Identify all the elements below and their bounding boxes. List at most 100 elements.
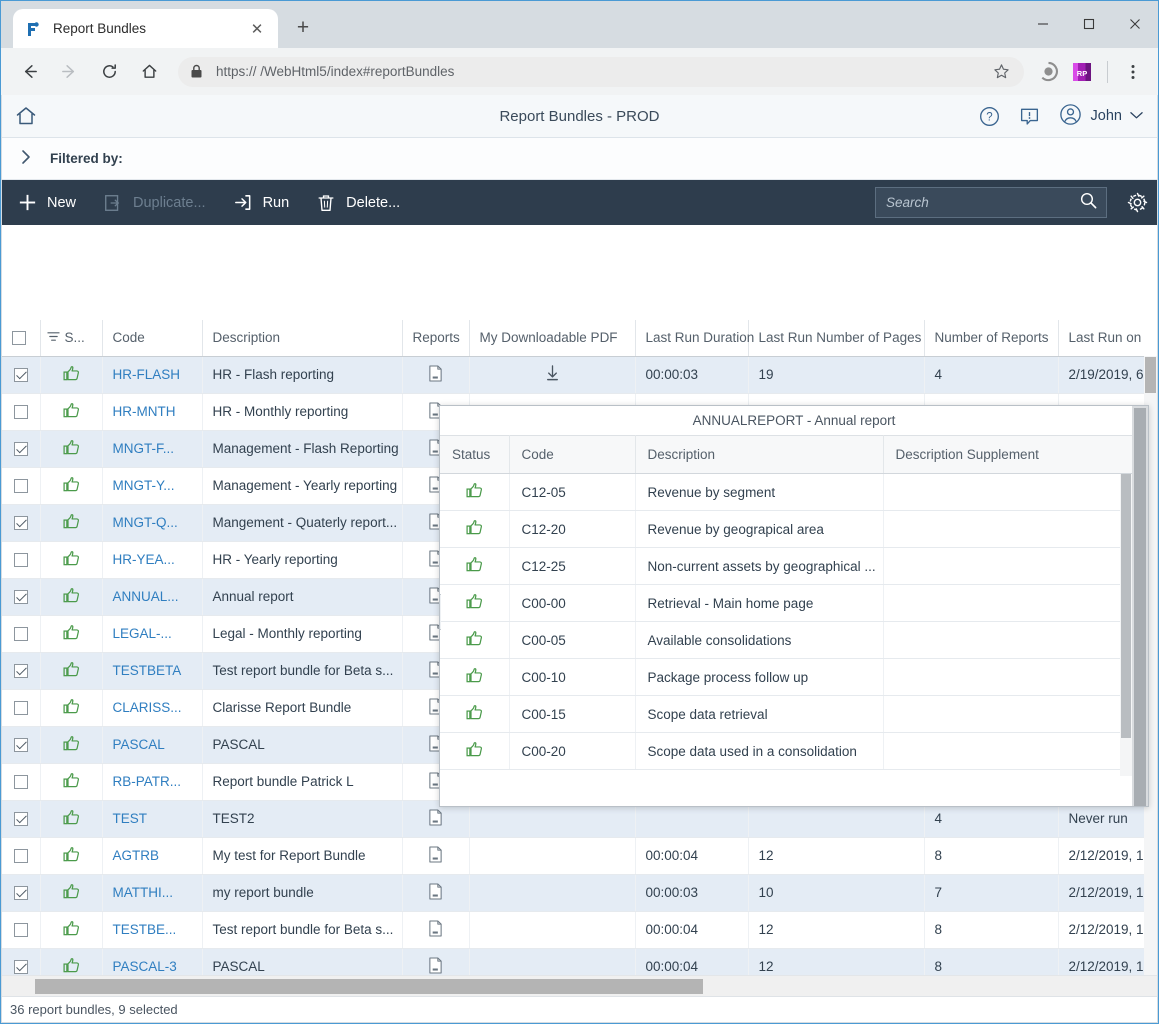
browser-tab-report-bundles[interactable]: Report Bundles ✕	[13, 9, 278, 48]
address-bar[interactable]: https:// /WebHtml5/index#reportBundles	[178, 56, 1024, 87]
row-reports-cell[interactable]	[402, 356, 470, 394]
document-icon[interactable]	[428, 956, 443, 976]
row-code-link[interactable]: HR-FLASH	[113, 367, 181, 382]
document-icon[interactable]	[428, 808, 443, 829]
document-icon[interactable]	[428, 845, 443, 866]
row-checkbox[interactable]	[13, 479, 28, 494]
row-checkbox[interactable]	[13, 368, 28, 383]
new-button[interactable]: New	[16, 192, 76, 214]
column-header-description[interactable]: Description	[202, 320, 403, 357]
popup-table-row[interactable]: C00-05 Available consolidations	[440, 621, 1133, 659]
row-code-cell[interactable]: HR-FLASH	[102, 356, 203, 394]
row-select-cell[interactable]	[2, 578, 41, 616]
chevron-right-icon[interactable]	[16, 149, 36, 169]
row-code-cell[interactable]: TESTBE...	[102, 911, 203, 949]
popup-table-row[interactable]: C12-05 Revenue by segment	[440, 473, 1133, 511]
row-pdf-cell[interactable]	[469, 837, 636, 875]
row-code-link[interactable]: PASCAL-3	[113, 959, 177, 974]
row-code-link[interactable]: AGTRB	[113, 848, 160, 863]
popup-table-row[interactable]: C12-20 Revenue by geograpical area	[440, 510, 1133, 548]
row-checkbox[interactable]	[13, 960, 28, 975]
row-checkbox[interactable]	[13, 849, 28, 864]
home-icon[interactable]	[2, 104, 50, 128]
close-icon[interactable]: ✕	[246, 18, 268, 40]
row-code-cell[interactable]: TEST	[102, 800, 203, 838]
row-code-link[interactable]: MNGT-F...	[113, 441, 175, 456]
row-code-cell[interactable]: CLARISS...	[102, 689, 203, 727]
row-reports-cell[interactable]	[402, 948, 470, 976]
popup-table-row[interactable]: C00-00 Retrieval - Main home page	[440, 584, 1133, 622]
row-pdf-cell[interactable]	[469, 356, 636, 394]
column-header-duration[interactable]: Last Run Duration	[635, 320, 754, 357]
row-checkbox[interactable]	[13, 923, 28, 938]
table-row[interactable]: TESTBE... Test report bundle for Beta s..…	[2, 911, 1157, 949]
row-code-link[interactable]: ANNUAL...	[113, 589, 179, 604]
row-select-cell[interactable]	[2, 726, 41, 764]
user-menu[interactable]: John	[1058, 102, 1143, 131]
row-code-cell[interactable]: HR-MNTH	[102, 393, 203, 431]
row-code-cell[interactable]: AGTRB	[102, 837, 203, 875]
filter-bar[interactable]: Filtered by:	[2, 138, 1157, 180]
row-select-cell[interactable]	[2, 763, 41, 801]
document-icon[interactable]	[428, 364, 443, 385]
row-select-cell[interactable]	[2, 837, 41, 875]
column-header-pages[interactable]: Last Run Number of Pages	[748, 320, 925, 357]
row-select-cell[interactable]	[2, 652, 41, 690]
row-select-cell[interactable]	[2, 874, 41, 912]
row-code-link[interactable]: TESTBE...	[113, 922, 177, 937]
popup-inner-scrollbar-thumb[interactable]	[1121, 474, 1131, 738]
kebab-menu-icon[interactable]	[1119, 58, 1147, 86]
row-checkbox[interactable]	[13, 886, 28, 901]
grid-vertical-scrollbar-thumb[interactable]	[1145, 357, 1156, 393]
row-select-cell[interactable]	[2, 393, 41, 431]
document-icon[interactable]	[428, 919, 443, 940]
star-icon[interactable]	[990, 61, 1012, 83]
popup-table-row[interactable]: C00-20 Scope data used in a consolidation	[440, 732, 1133, 770]
reload-icon[interactable]	[92, 55, 126, 89]
row-code-link[interactable]: TESTBETA	[113, 663, 182, 678]
row-code-cell[interactable]: PASCAL-3	[102, 948, 203, 975]
popup-table-row[interactable]: C00-15 Scope data retrieval	[440, 695, 1133, 733]
gear-icon[interactable]	[1117, 191, 1157, 214]
row-checkbox[interactable]	[13, 812, 28, 827]
popup-column-header-description[interactable]: Description	[635, 435, 884, 474]
row-checkbox[interactable]	[13, 627, 28, 642]
row-code-link[interactable]: CLARISS...	[113, 700, 182, 715]
row-reports-cell[interactable]	[402, 874, 470, 912]
row-code-cell[interactable]: MNGT-Y...	[102, 467, 203, 505]
row-code-link[interactable]: MNGT-Q...	[113, 515, 178, 530]
row-code-link[interactable]: RB-PATR...	[113, 774, 182, 789]
run-button[interactable]: Run	[232, 192, 289, 214]
row-code-cell[interactable]: RB-PATR...	[102, 763, 203, 801]
row-code-cell[interactable]: HR-YEA...	[102, 541, 203, 579]
row-checkbox[interactable]	[13, 664, 28, 679]
popup-column-header-code[interactable]: Code	[509, 435, 636, 474]
column-header-status[interactable]: S...	[40, 320, 103, 357]
row-select-cell[interactable]	[2, 800, 41, 838]
popup-column-header-supplement[interactable]: Description Supplement	[883, 435, 1133, 474]
table-row[interactable]: HR-FLASH HR - Flash reporting 00:00:03 19 4 2…	[2, 356, 1157, 394]
table-row[interactable]: PASCAL-3 PASCAL 00:00:04 12 8 2/12/2019, 1	[2, 948, 1157, 975]
row-code-link[interactable]: MNGT-Y...	[113, 478, 175, 493]
row-checkbox[interactable]	[13, 701, 28, 716]
row-code-link[interactable]: MATTHI...	[113, 885, 174, 900]
column-header-lastrun[interactable]: Last Run on	[1058, 320, 1157, 357]
row-checkbox[interactable]	[13, 405, 28, 420]
maximize-icon[interactable]	[1066, 1, 1112, 47]
row-select-cell[interactable]	[2, 948, 41, 975]
popup-collapse-handle[interactable]: ‹	[440, 594, 441, 630]
popup-outer-scrollbar-thumb[interactable]	[1134, 408, 1146, 806]
home-button-icon[interactable]	[132, 55, 166, 89]
table-row[interactable]: MATTHI... my report bundle 00:00:03 10 7 2/12…	[2, 874, 1157, 912]
forward-icon[interactable]	[52, 55, 86, 89]
row-code-link[interactable]: TEST	[113, 811, 148, 826]
popup-table-row[interactable]: C00-10 Package process follow up	[440, 658, 1133, 696]
row-code-cell[interactable]: PASCAL	[102, 726, 203, 764]
select-all-checkbox[interactable]	[12, 331, 26, 346]
duplicate-button[interactable]: Duplicate...	[102, 192, 206, 214]
popup-column-header-status[interactable]: Status	[440, 435, 510, 474]
column-header-reports[interactable]: Reports	[402, 320, 470, 357]
profile-icon[interactable]	[1034, 58, 1062, 86]
window-close-icon[interactable]	[1112, 1, 1158, 47]
rp-extension-icon[interactable]: RP	[1068, 58, 1096, 86]
